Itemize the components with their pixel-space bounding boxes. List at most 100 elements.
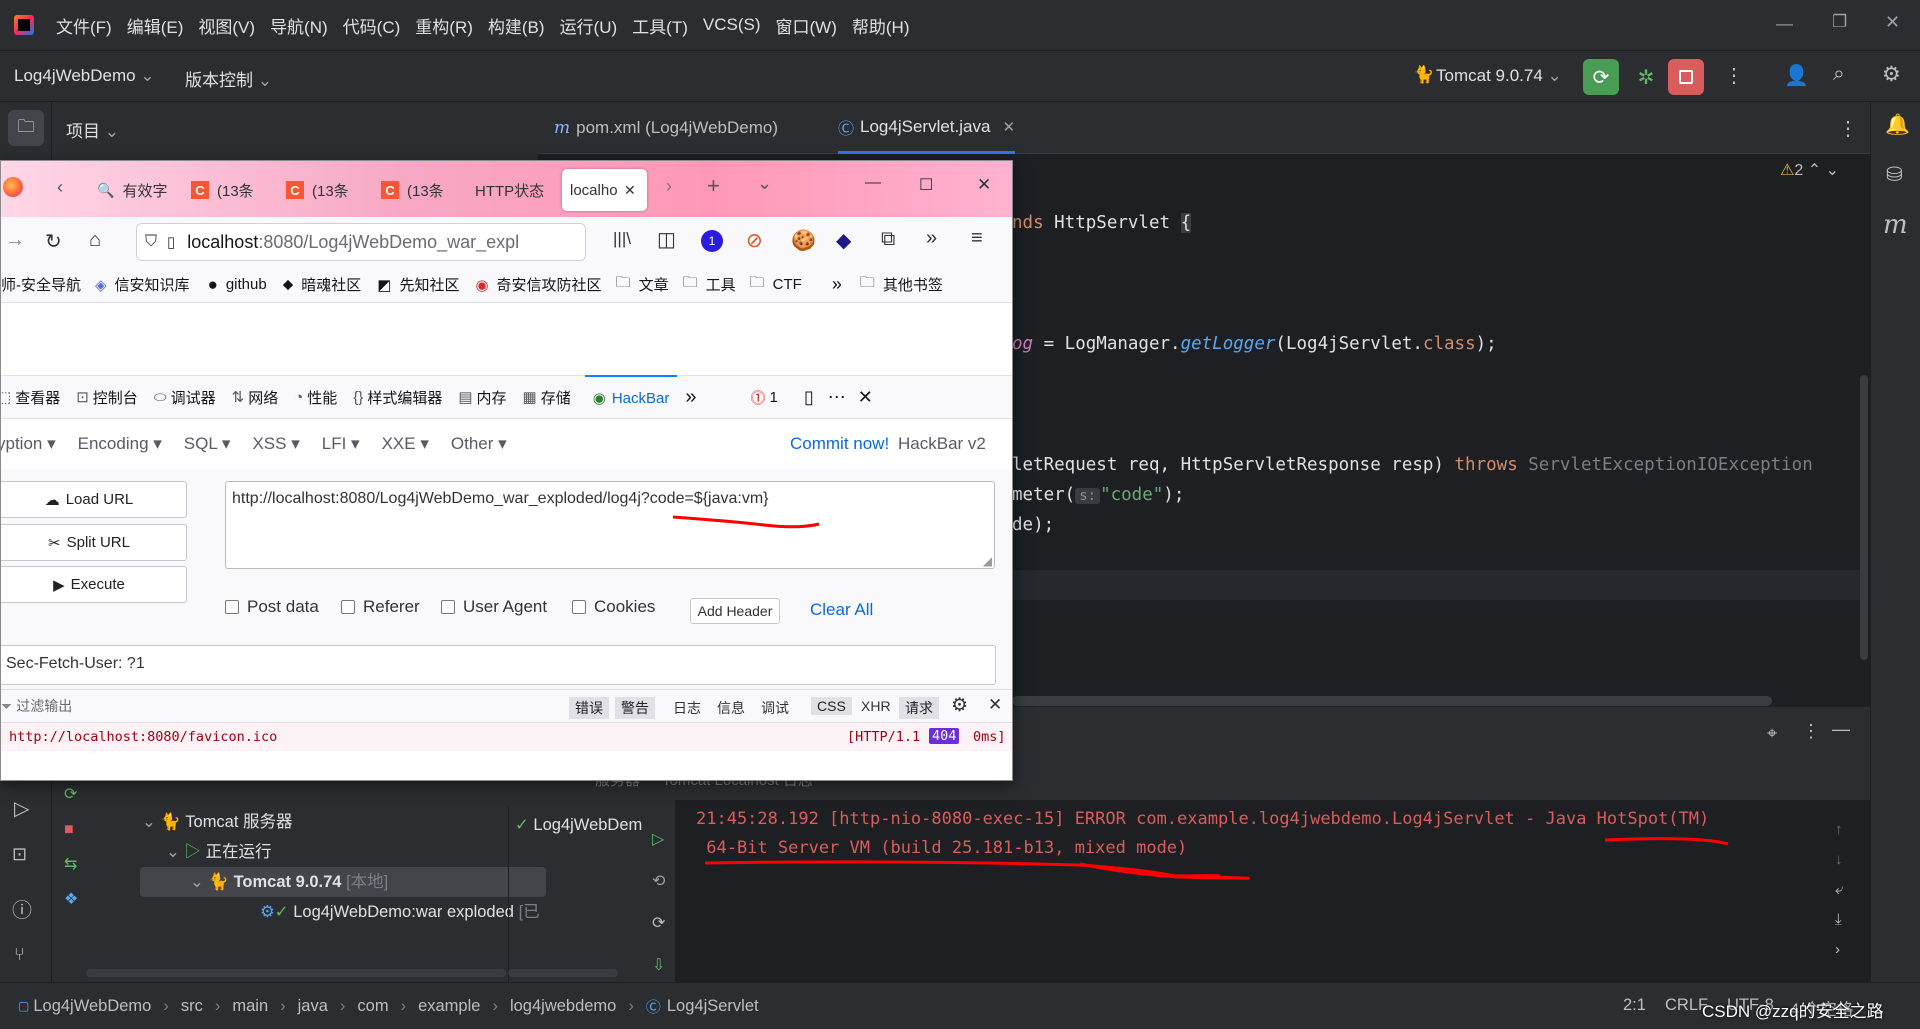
header-input[interactable]: Sec-Fetch-User: ?1 xyxy=(1,645,996,685)
deployment-scrollbar[interactable] xyxy=(508,969,618,977)
browser-tab[interactable]: C (13条 xyxy=(381,173,444,207)
dock-icon[interactable]: ▯ xyxy=(804,387,814,408)
bookmark-folder[interactable]: 文章 xyxy=(639,274,669,295)
filter-debug[interactable]: 调试 xyxy=(755,697,795,719)
browser-tab[interactable]: 🔍 有效字 xyxy=(97,173,167,207)
filter-logs[interactable]: 日志 xyxy=(667,697,707,719)
resize-handle-icon[interactable]: ◢ xyxy=(983,554,992,568)
close-devtools-icon[interactable]: ✕ xyxy=(858,387,873,408)
console-message-row[interactable]: http://localhost:8080/favicon.ico [HTTP/… xyxy=(1,723,1012,751)
menu-help[interactable]: 帮助(H) xyxy=(852,13,910,38)
breadcrumb-item[interactable]: java xyxy=(298,997,328,1016)
extensions-icon[interactable]: ⧉ xyxy=(881,228,895,251)
editor-horizontal-scrollbar[interactable] xyxy=(1012,696,1772,706)
browser-tab[interactable]: HTTP状态 xyxy=(475,173,544,207)
breadcrumb-item[interactable]: src xyxy=(181,997,203,1016)
wappalyzer-icon[interactable]: ◆ xyxy=(836,228,851,253)
menu-refactor[interactable]: 重构(R) xyxy=(415,13,473,38)
filter-requests[interactable]: 请求 xyxy=(899,697,939,719)
project-panel-title[interactable]: 项目 ⌄ xyxy=(66,117,119,142)
crosshair-icon[interactable]: ⌖ xyxy=(1767,723,1777,744)
console-settings-gear-icon[interactable]: ⚙ xyxy=(951,694,968,717)
menu-view[interactable]: 视图(V) xyxy=(198,13,255,38)
run-tool-icon[interactable]: ▷ xyxy=(14,796,29,821)
password-manager-icon[interactable]: 1 xyxy=(701,230,723,252)
browser-tab[interactable]: C (13条 xyxy=(191,173,254,207)
bookmark-item[interactable]: 先知社区 xyxy=(399,274,459,295)
execute-button[interactable]: ▶ Execute xyxy=(1,566,187,603)
browser-tab[interactable]: C (13条 xyxy=(286,173,349,207)
browser-tab-active[interactable]: localho ✕ xyxy=(562,169,647,211)
services-more-icon[interactable]: ⋮ xyxy=(1802,721,1820,742)
sync-icon[interactable]: ⟲ xyxy=(652,861,665,903)
split-url-button[interactable]: ✂ Split URL xyxy=(1,524,187,561)
hide-panel-icon[interactable]: — xyxy=(1832,719,1850,740)
checkbox-box[interactable] xyxy=(572,600,586,614)
stop-server-icon[interactable]: ■ xyxy=(64,812,78,847)
close-window-icon[interactable]: ✕ xyxy=(1885,12,1900,33)
git-icon[interactable]: ⑂ xyxy=(14,944,25,965)
menu-window[interactable]: 窗口(W) xyxy=(776,13,837,38)
editor-vertical-scrollbar[interactable] xyxy=(1860,375,1868,660)
devtools-tab-storage[interactable]: 存储 xyxy=(541,387,571,408)
checkbox-box[interactable] xyxy=(341,600,355,614)
run-config-selector[interactable]: Tomcat 9.0.74 ⌄ xyxy=(1436,66,1562,86)
devtools-tab-console[interactable]: 控制台 xyxy=(93,387,138,408)
scroll-to-end-icon[interactable]: ⤓ xyxy=(1835,905,1843,935)
menu-run[interactable]: 运行(U) xyxy=(560,13,618,38)
breadcrumb-item[interactable]: com xyxy=(357,997,388,1016)
user-agent-checkbox[interactable]: User Agent xyxy=(441,597,547,617)
close-window-icon[interactable]: ✕ xyxy=(977,175,991,195)
deployment-item[interactable]: ✓ Log4jWebDem xyxy=(509,807,674,835)
rerun-button[interactable]: ⟳ xyxy=(1583,59,1619,95)
new-tab-icon[interactable]: + xyxy=(707,173,720,199)
deploy-icon[interactable]: ⇆ xyxy=(64,847,78,882)
artifact-icon[interactable]: ❖ xyxy=(64,882,78,917)
close-tab-icon[interactable]: ✕ xyxy=(1002,118,1015,136)
restore-window-icon[interactable]: ❐ xyxy=(1832,12,1847,32)
sidebar-icon[interactable]: ◫ xyxy=(657,227,676,252)
hackbar-menu-other[interactable]: Other ▾ xyxy=(451,434,507,454)
devtools-tab-style-editor[interactable]: 样式编辑器 xyxy=(367,387,442,408)
debug-button[interactable]: ✲ xyxy=(1630,61,1662,93)
more-bookmarks-icon[interactable]: » xyxy=(832,274,842,295)
checkbox-box[interactable] xyxy=(225,600,239,614)
next-highlight-icon[interactable]: ⌄ xyxy=(1826,162,1839,179)
page-info-icon[interactable]: ▯ xyxy=(167,233,175,251)
blocker-icon[interactable]: ⊘ xyxy=(746,228,763,253)
app-menu-icon[interactable]: ≡ xyxy=(971,227,983,250)
home-icon[interactable]: ⌂ xyxy=(89,229,101,252)
vcs-selector[interactable]: 版本控制 ⌄ xyxy=(185,66,272,91)
breadcrumb-item[interactable]: log4jwebdemo xyxy=(510,997,616,1016)
tab-log4jservlet-java[interactable]: Ⓒ Log4jServlet.java ✕ xyxy=(838,102,1016,154)
hackbar-menu-encryption[interactable]: yption ▾ xyxy=(1,434,56,454)
prev-highlight-icon[interactable]: ⌃ xyxy=(1808,162,1821,179)
filter-warnings[interactable]: 警告 xyxy=(615,697,655,719)
hackbar-menu-encoding[interactable]: Encoding ▾ xyxy=(78,434,162,454)
cookie-icon[interactable]: 🍪 xyxy=(791,228,816,253)
menu-navigate[interactable]: 导航(N) xyxy=(270,13,328,38)
breadcrumb-item[interactable]: Log4jWebDemo xyxy=(33,997,151,1016)
hackbar-menu-sql[interactable]: SQL ▾ xyxy=(184,434,231,454)
warnings-indicator[interactable]: ⚠2 ⌃ ⌄ xyxy=(1780,160,1839,180)
referer-checkbox[interactable]: Referer xyxy=(341,597,420,617)
devtools-menu-icon[interactable]: ⋯ xyxy=(828,387,846,408)
library-icon[interactable]: |||\ xyxy=(613,229,631,249)
minimize-window-icon[interactable]: — xyxy=(1776,14,1793,34)
menu-build[interactable]: 构建(B) xyxy=(488,13,545,38)
devtools-tab-network[interactable]: 网络 xyxy=(248,387,278,408)
console-output[interactable]: 21:45:28.192 [http-nio-8080-exec-15] ERR… xyxy=(675,800,1870,982)
menu-edit[interactable]: 编辑(E) xyxy=(127,13,184,38)
search-icon[interactable]: ⌕ xyxy=(1833,62,1845,86)
add-header-button[interactable]: Add Header xyxy=(690,598,780,624)
caret-position[interactable]: 2:1 xyxy=(1623,996,1646,1015)
cookies-checkbox[interactable]: Cookies xyxy=(572,597,655,617)
error-count[interactable]: 1 xyxy=(770,389,778,406)
console-filter-input[interactable]: 过滤输出 xyxy=(16,696,72,716)
close-console-icon[interactable]: ✕ xyxy=(988,695,1002,715)
hackbar-menu-xss[interactable]: XSS ▾ xyxy=(252,434,299,454)
bookmark-folder[interactable]: CTF xyxy=(773,276,802,293)
hackbar-menu-lfi[interactable]: LFI ▾ xyxy=(322,434,360,454)
restart-icon[interactable]: ⟳ xyxy=(64,777,78,812)
more-devtools-tabs-icon[interactable]: » xyxy=(685,386,696,409)
